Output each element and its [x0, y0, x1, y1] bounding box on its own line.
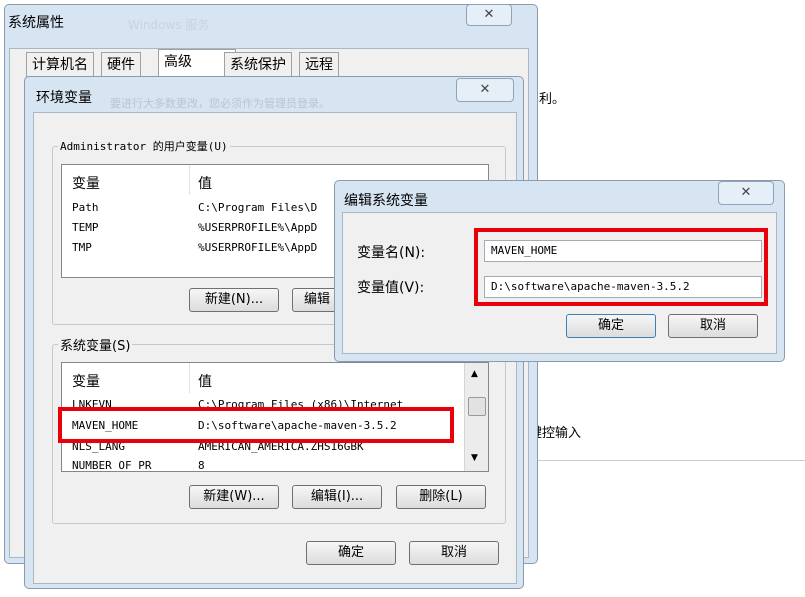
user-new-button[interactable]: 新建(N)... [189, 288, 279, 312]
user-col-variable: 变量 [72, 176, 100, 192]
table-cell-value: %USERPROFILE%\AppD [198, 221, 318, 234]
user-col-value: 值 [198, 176, 212, 192]
background-text-top: 利。 [539, 92, 566, 107]
edit-system-variable-title: 编辑系统变量 [344, 193, 428, 209]
highlight-box-edit-fields [474, 228, 768, 306]
environment-variables-close-button[interactable]: ✕ [456, 78, 514, 102]
scroll-down-icon[interactable]: ▼ [471, 453, 478, 463]
system-col-variable: 变量 [72, 374, 100, 390]
system-list-scrollbar[interactable]: ▲ ▼ [464, 363, 488, 471]
user-column-separator [189, 165, 190, 195]
scrollbar-thumb[interactable] [468, 397, 486, 416]
env-ok-button[interactable]: 确定 [306, 541, 396, 565]
environment-variables-faded-text: 要进行大多数更改，您必须作为管理员登录。 [110, 97, 330, 110]
table-row[interactable]: TMP [72, 239, 92, 256]
tab-remote[interactable]: 远程 [299, 52, 339, 77]
system-delete-button[interactable]: 删除(L) [396, 485, 486, 509]
environment-variables-title: 环境变量 [36, 90, 92, 106]
env-cancel-button[interactable]: 取消 [409, 541, 499, 565]
variable-name-label: 变量名(N): [357, 245, 426, 261]
background-divider [521, 460, 805, 461]
system-edit-button[interactable]: 编辑(I)... [292, 485, 382, 509]
scroll-up-icon[interactable]: ▲ [471, 369, 478, 379]
table-row[interactable]: Path [72, 199, 99, 216]
edit-dialog-close-button[interactable]: ✕ [718, 181, 774, 205]
edit-ok-button[interactable]: 确定 [566, 314, 656, 338]
system-column-separator [189, 363, 190, 393]
close-icon: ✕ [479, 82, 491, 97]
table-row[interactable]: TEMP [72, 219, 99, 236]
edit-cancel-button[interactable]: 取消 [668, 314, 758, 338]
highlight-box-maven-row [58, 407, 454, 443]
user-variables-label: Administrator 的用户变量(U) [58, 138, 230, 154]
table-cell-value: C:\Program Files\D [198, 201, 318, 214]
table-cell-value: %USERPROFILE%\AppD [198, 241, 318, 254]
variable-value-label: 变量值(V): [357, 280, 425, 296]
close-icon: ✕ [483, 7, 495, 22]
system-variables-label: 系统变量(S) [58, 335, 133, 354]
system-new-button[interactable]: 新建(W)... [189, 485, 279, 509]
tab-system-protection[interactable]: 系统保护 [224, 52, 292, 77]
system-properties-faded-title: Windows 服务 [128, 18, 210, 32]
table-row[interactable]: NUMBER_OF_PR [72, 457, 151, 471]
table-cell-value: 8 [198, 459, 205, 472]
close-icon: ✕ [740, 185, 752, 200]
system-properties-title: 系统属性 [8, 15, 64, 31]
system-properties-close-button[interactable]: ✕ [466, 4, 512, 26]
tab-computer-name[interactable]: 计算机名 [26, 52, 94, 77]
system-col-value: 值 [198, 374, 212, 390]
tab-hardware[interactable]: 硬件 [101, 52, 141, 77]
